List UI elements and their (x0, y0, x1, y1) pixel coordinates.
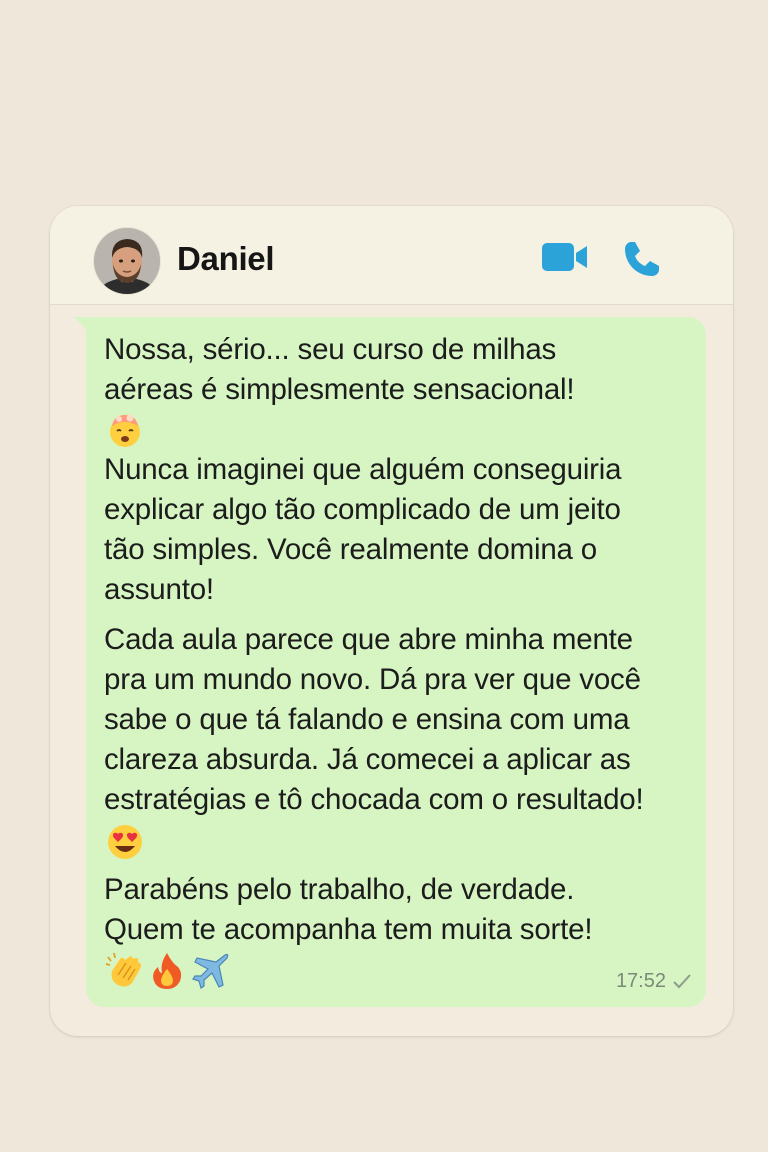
message-paragraph-1: Nossa, sério... seu curso de milhas aére… (104, 333, 622, 606)
clapping-hands-emoji (104, 951, 146, 996)
heart-eyes-emoji (105, 822, 145, 867)
avatar[interactable] (94, 228, 160, 294)
exploding-head-emoji (106, 412, 144, 453)
contact-name[interactable]: Daniel (177, 240, 275, 278)
video-call-icon[interactable] (542, 242, 588, 272)
fire-emoji (150, 951, 184, 996)
message-paragraph-2: Cada aula parece que abre minha mente pr… (104, 623, 644, 816)
message-time: 17:52 (615, 970, 666, 992)
message-bubble[interactable]: Nossa, sério... seu curso de milhas aére… (86, 317, 706, 1007)
chat-window: Daniel Nossa, sério... seu curso de milh… (50, 206, 733, 1036)
message-paragraph-3: Parabéns pelo trabalho, de verdade. Quem… (104, 873, 593, 946)
screen: Daniel Nossa, sério... seu curso de milh… (0, 0, 768, 1152)
sent-check-icon (672, 972, 692, 995)
chat-header: Daniel (50, 206, 733, 305)
message-meta: 17:52 (616, 970, 692, 995)
avatar-image (94, 228, 160, 294)
phone-call-icon[interactable] (622, 239, 662, 279)
airplane-emoji (191, 951, 231, 996)
